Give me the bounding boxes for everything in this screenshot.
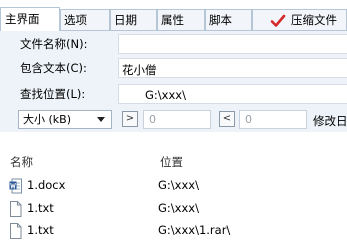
location-value: G:\xxx\ — [145, 88, 186, 102]
tab-label: 日期 — [114, 13, 137, 27]
tab-date[interactable]: 日期 — [110, 9, 157, 30]
checkmark-icon — [270, 14, 286, 27]
tab-label: 压缩文件 — [291, 13, 337, 27]
tab-label: 选项 — [64, 13, 87, 27]
tab-label: 属性 — [161, 13, 184, 27]
modified-date-label: 修改日 — [313, 114, 347, 128]
tab-archive[interactable]: 压缩文件 — [252, 9, 347, 30]
result-row[interactable]: 1.txt G:\xxx\1.rar\ — [0, 220, 347, 242]
less-than-symbol: < — [222, 113, 232, 124]
column-header-name[interactable]: 名称 — [10, 154, 33, 170]
chevron-down-icon — [97, 117, 105, 122]
result-name: 1.docx — [27, 178, 66, 192]
text-file-icon — [10, 201, 22, 217]
filename-label: 文件名称(N): — [20, 37, 88, 51]
min-size-input[interactable]: 0 — [143, 110, 211, 129]
contains-text-input[interactable]: 花小僧 — [118, 58, 347, 78]
result-location: G:\xxx\ — [158, 178, 199, 192]
tab-label: 脚本 — [209, 13, 232, 27]
result-row[interactable]: 1.docx G:\xxx\ — [0, 175, 347, 197]
max-size-input[interactable]: 0 — [239, 110, 307, 129]
size-unit-value: 大小 (kB) — [23, 113, 71, 126]
tab-strip: 主界面 选项 日期 属性 脚本 压缩文件 — [0, 0, 347, 31]
less-than-button[interactable]: < — [219, 111, 235, 127]
text-file-icon — [10, 223, 22, 239]
tab-label: 主界面 — [5, 12, 40, 26]
result-location: G:\xxx\ — [158, 201, 199, 215]
contains-text-label: 包含文本(C): — [20, 61, 87, 75]
tab-attributes[interactable]: 属性 — [157, 9, 205, 30]
column-header-location[interactable]: 位置 — [160, 154, 183, 170]
contains-text-value: 花小僧 — [122, 63, 157, 77]
tab-script[interactable]: 脚本 — [205, 9, 252, 30]
result-name: 1.txt — [27, 201, 54, 215]
filename-input[interactable] — [118, 34, 347, 54]
tab-main[interactable]: 主界面 — [0, 7, 60, 31]
result-location: G:\xxx\1.rar\ — [158, 223, 231, 237]
greater-than-symbol: > — [125, 113, 135, 124]
result-row[interactable]: 1.txt G:\xxx\ — [0, 198, 347, 220]
location-label: 查找位置(L): — [20, 87, 86, 101]
greater-than-button[interactable]: > — [122, 111, 138, 127]
size-unit-select[interactable]: 大小 (kB) — [18, 110, 112, 129]
result-name: 1.txt — [27, 223, 54, 237]
location-input[interactable]: G:\xxx\ — [118, 84, 347, 104]
min-size-value: 0 — [149, 113, 156, 126]
word-document-icon — [9, 178, 22, 194]
max-size-value: 0 — [245, 113, 252, 126]
tab-options[interactable]: 选项 — [60, 9, 110, 30]
